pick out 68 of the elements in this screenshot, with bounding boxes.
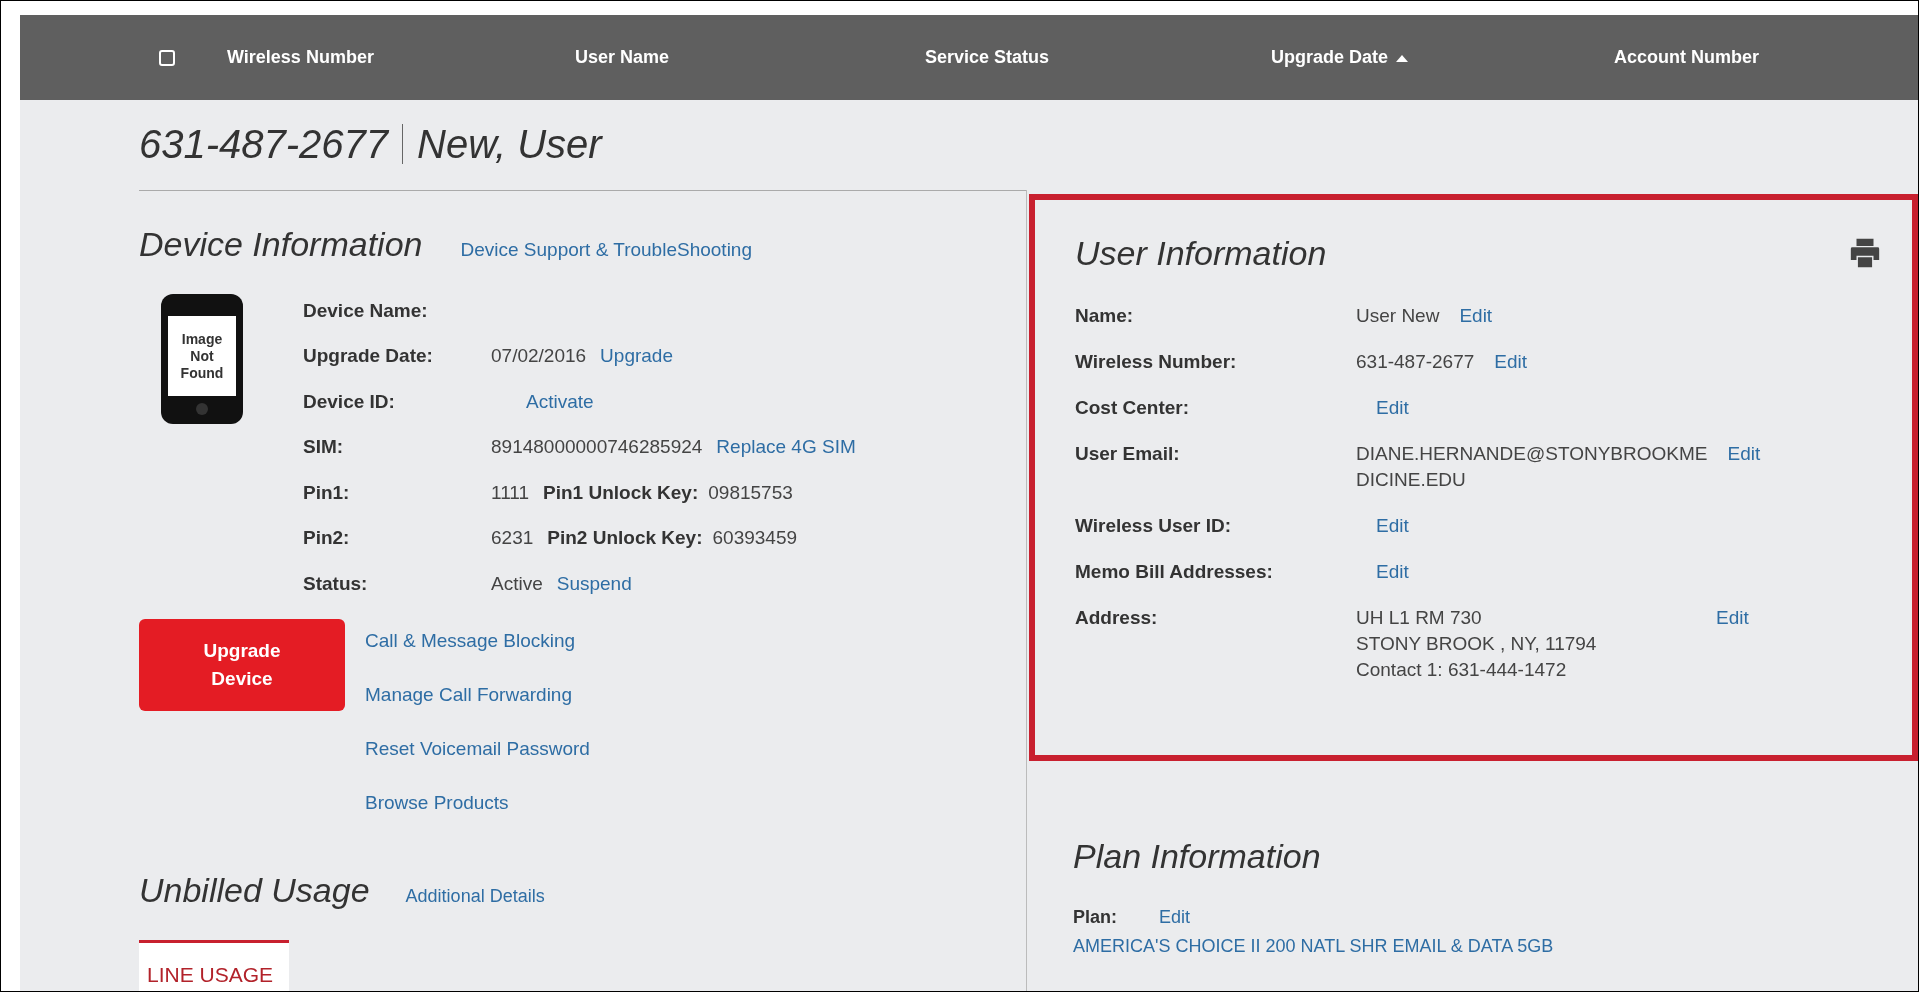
unlock-key-value: 09815753 — [708, 480, 793, 505]
section-heading: Device Information — [139, 224, 423, 265]
field-link[interactable]: Upgrade — [600, 342, 673, 371]
wireless-number-title: 631-487-2677 — [139, 120, 389, 168]
device-action-link[interactable]: Browse Products — [365, 776, 590, 831]
field-value: STONY BROOK , NY, 11794 — [1356, 632, 1598, 656]
edit-link[interactable]: Edit — [1376, 395, 1409, 421]
field-link[interactable]: Activate — [526, 387, 594, 416]
field-label: Upgrade Date: — [303, 344, 434, 368]
device-action-link[interactable]: Reset Voicemail Password — [365, 722, 590, 777]
unlock-key-label: Pin2 Unlock Key: — [547, 526, 703, 550]
field-label: Pin2: — [303, 526, 351, 550]
field-value: UH L1 RM 730 — [1356, 606, 1483, 630]
section-heading: Unbilled Usage — [139, 869, 370, 911]
unlock-key-value: 60393459 — [712, 526, 798, 550]
select-all-checkbox[interactable] — [159, 49, 175, 66]
field-value: DIANE.HERNANDE@STONYBROOKME — [1356, 442, 1708, 466]
field-value: User New — [1356, 304, 1440, 328]
plan-link[interactable]: AMERICA'S CHOICE II 200 NATL SHR EMAIL & DATA 5GB — [1073, 933, 1918, 960]
edit-link[interactable]: Edit — [1376, 559, 1409, 585]
field-label: Address: — [1075, 606, 1159, 630]
column-header[interactable]: User Name — [575, 44, 670, 71]
column-header[interactable]: Upgrade Date — [1271, 44, 1409, 71]
additional-details-link[interactable]: Additional Details — [405, 882, 545, 910]
field-label: Wireless User ID: — [1075, 514, 1233, 538]
image-placeholder-text: Image Not Found — [168, 316, 236, 396]
field-value: 1111 — [491, 480, 530, 505]
device-support-link[interactable]: Device Support & TroubleShooting — [460, 236, 752, 265]
edit-link[interactable]: Edit — [1727, 441, 1761, 467]
field-label: Cost Center: — [1075, 396, 1190, 420]
edit-link[interactable]: Edit — [1459, 303, 1493, 329]
field-value: 6231 — [491, 526, 534, 550]
column-header[interactable]: Account Number — [1614, 44, 1759, 71]
field-value: Contact 1: 631-444-1472 — [1356, 658, 1568, 682]
field-label: Memo Bill Addresses: — [1075, 560, 1274, 584]
field-value: 89148000000746285924 — [491, 435, 703, 459]
field-label: SIM: — [303, 435, 345, 459]
field-label: Wireless Number: — [1075, 350, 1238, 374]
column-header[interactable]: Service Status — [925, 44, 1050, 71]
field-link[interactable]: Suspend — [556, 569, 632, 598]
column-header[interactable]: Wireless Number — [227, 44, 374, 71]
field-value: Active — [491, 571, 543, 596]
device-action-link[interactable]: Call & Message Blocking — [365, 614, 590, 669]
field-label: Status: — [303, 571, 369, 596]
edit-link[interactable]: Edit — [1716, 605, 1749, 631]
field-link[interactable]: Replace 4G SIM — [716, 433, 856, 462]
print-icon[interactable] — [1848, 236, 1882, 270]
section-heading: User Information — [1075, 233, 1327, 274]
field-label: Device Name: — [303, 298, 429, 323]
field-value: 07/02/2016 — [491, 344, 587, 368]
field-value: DICINE.EDU — [1356, 468, 1467, 492]
upgrade-device-button[interactable]: Upgrade Device — [139, 618, 345, 711]
section-heading: Plan Information — [1073, 837, 1321, 875]
field-label: Name: — [1075, 304, 1135, 328]
field-label: Plan: — [1073, 906, 1118, 929]
unlock-key-label: Pin1 Unlock Key: — [543, 480, 699, 505]
field-value: 631-487-2677 — [1356, 350, 1475, 374]
field-label: Device ID: — [303, 389, 396, 414]
edit-link[interactable]: Edit — [1159, 904, 1191, 931]
edit-link[interactable]: Edit — [1494, 349, 1528, 375]
usage-tab[interactable]: LINE USAGE — [139, 939, 289, 991]
device-action-link[interactable]: Manage Call Forwarding — [365, 668, 590, 723]
sort-ascending-icon — [1396, 53, 1409, 62]
user-name-title: New, User — [417, 120, 602, 168]
field-label: Pin1: — [303, 480, 351, 505]
edit-link[interactable]: Edit — [1376, 513, 1409, 539]
home-button-icon — [196, 403, 208, 415]
field-label: User Email: — [1075, 442, 1181, 466]
